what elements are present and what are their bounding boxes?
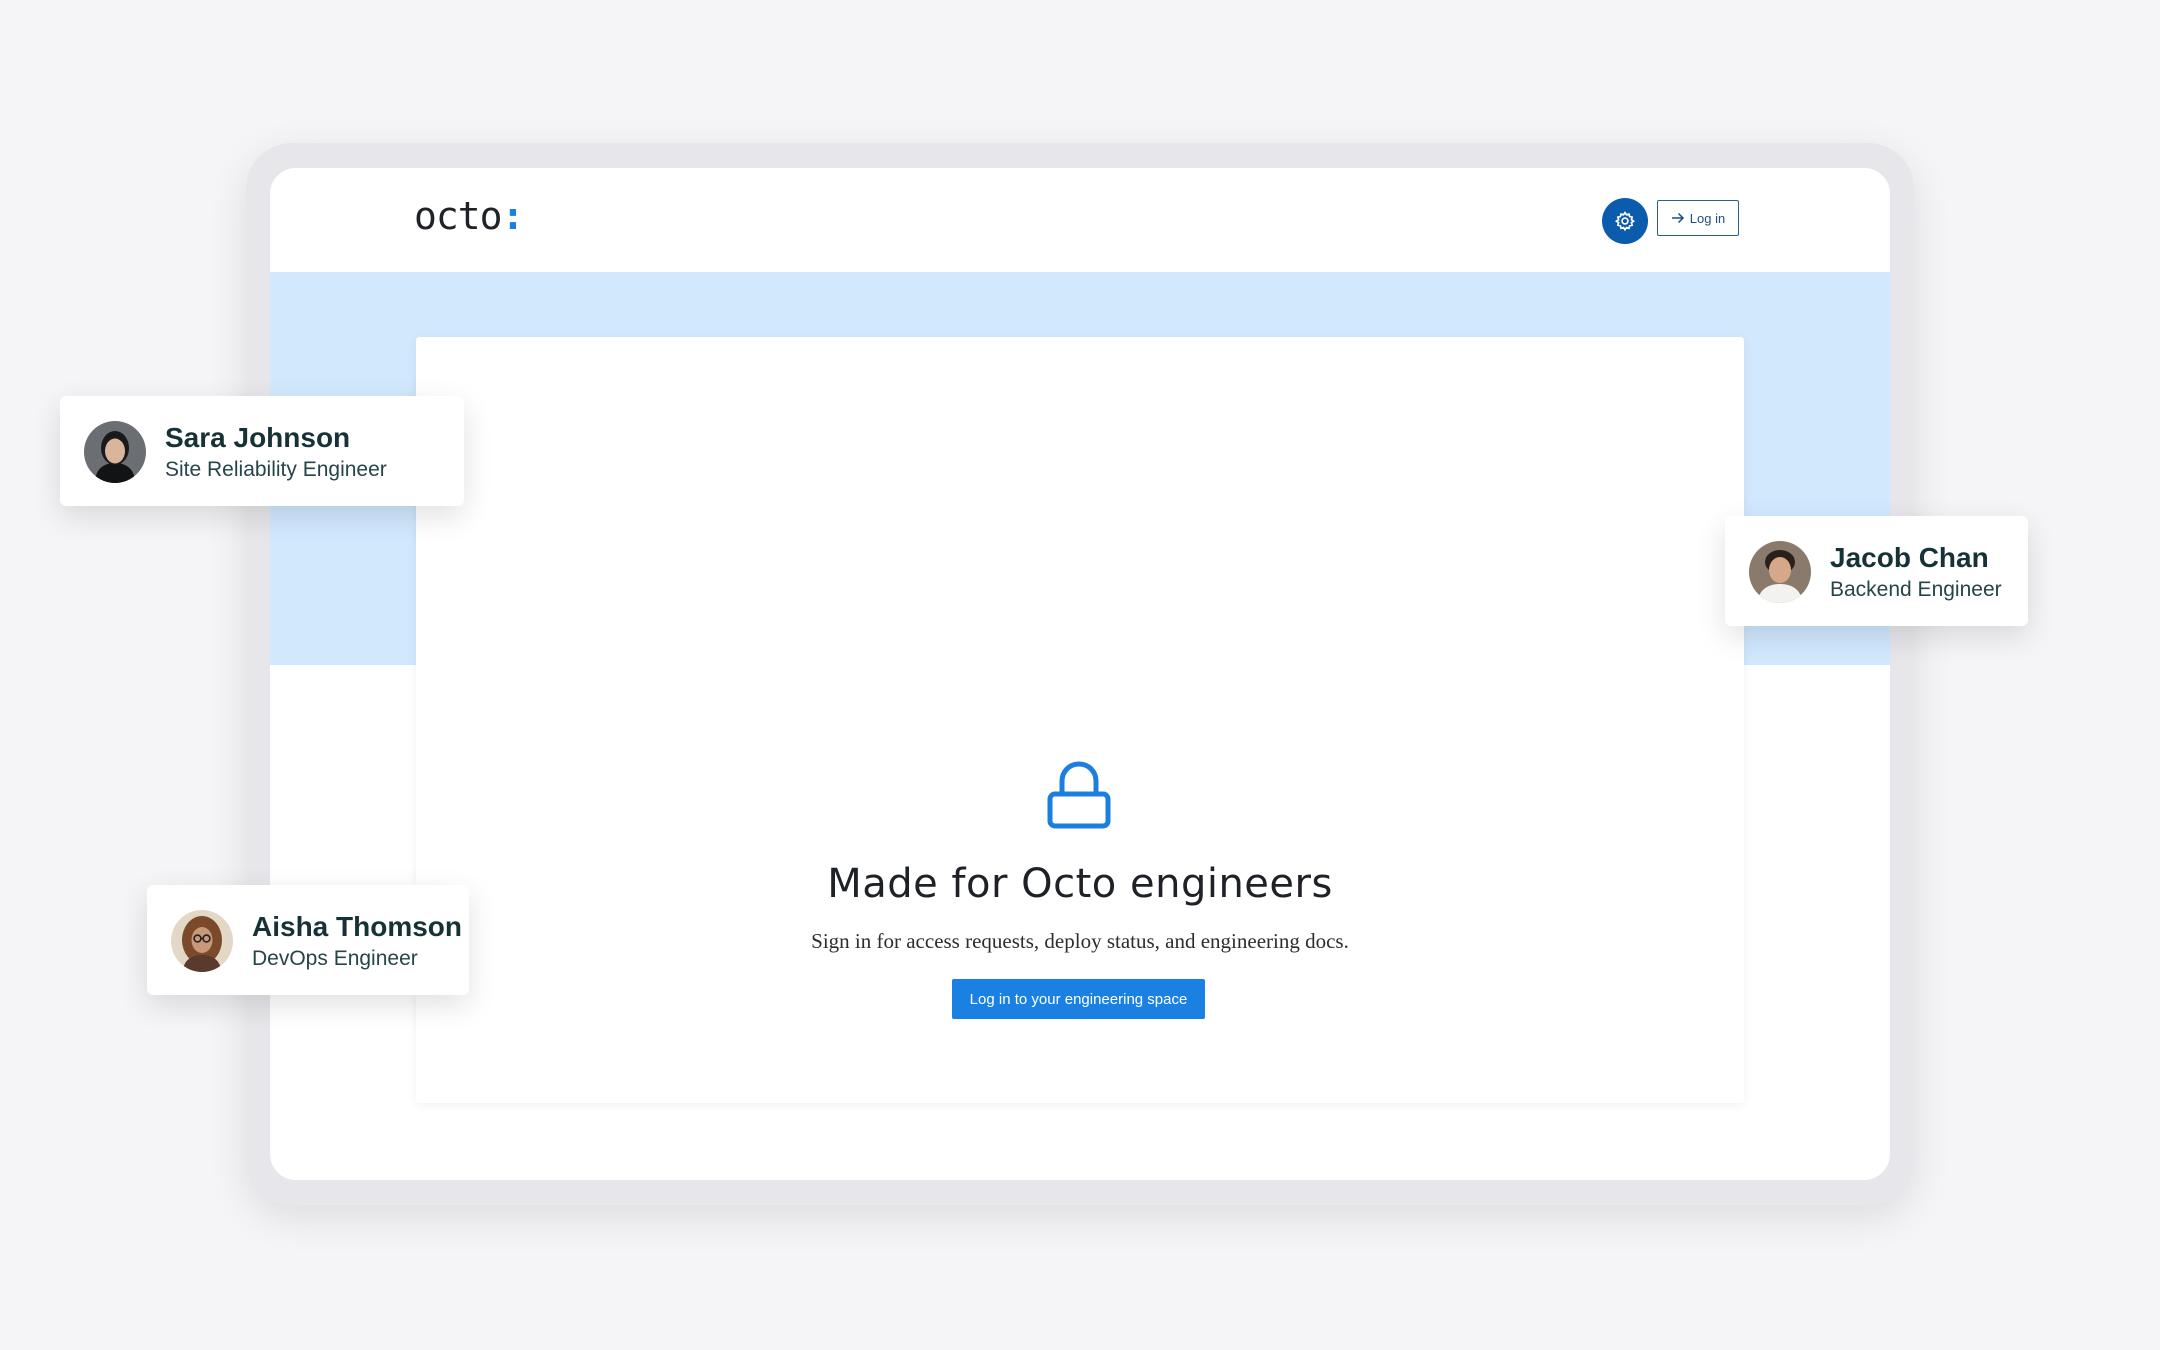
page: octo: Log in Made for Octo engineers Sig…: [0, 0, 2160, 1350]
page-title: Made for Octo engineers: [827, 861, 1333, 907]
profile-role: DevOps Engineer: [252, 947, 418, 970]
app-screen: octo: Log in Made for Octo engineers Sig…: [270, 168, 1890, 1180]
page-subtitle: Sign in for access requests, deploy stat…: [811, 929, 1349, 953]
lock-icon: [1047, 761, 1111, 829]
login-cta-button[interactable]: Log in to your engineering space: [952, 979, 1205, 1019]
gear-icon: [1614, 211, 1636, 232]
profile-role: Site Reliability Engineer: [165, 458, 387, 481]
profile-name: Sara Johnson: [165, 422, 351, 453]
avatar: [171, 910, 233, 972]
octo-logo[interactable]: octo:: [414, 194, 525, 238]
avatar: [84, 421, 146, 483]
profile-card-jacob-chan: Jacob Chan Backend Engineer: [1725, 516, 2028, 626]
arrow-right-icon: [1671, 212, 1684, 224]
header-login-label: Log in: [1689, 210, 1726, 226]
settings-button[interactable]: [1602, 198, 1648, 244]
header-login-button[interactable]: Log in: [1657, 200, 1739, 236]
top-navigation-bar: octo: Log in: [270, 168, 1890, 272]
login-card: Made for Octo engineers Sign in for acce…: [416, 337, 1744, 1103]
profile-role: Backend Engineer: [1830, 578, 2002, 601]
logo-accent: :: [501, 194, 525, 238]
logo-text: octo: [414, 194, 503, 238]
profile-name: Aisha Thomson: [252, 911, 463, 942]
avatar: [1749, 541, 1811, 603]
profile-card-sara-johnson: Sara Johnson Site Reliability Engineer: [60, 396, 464, 506]
profile-name: Jacob Chan: [1830, 542, 1989, 573]
profile-card-aisha-thomson: Aisha Thomson DevOps Engineer: [147, 885, 469, 995]
